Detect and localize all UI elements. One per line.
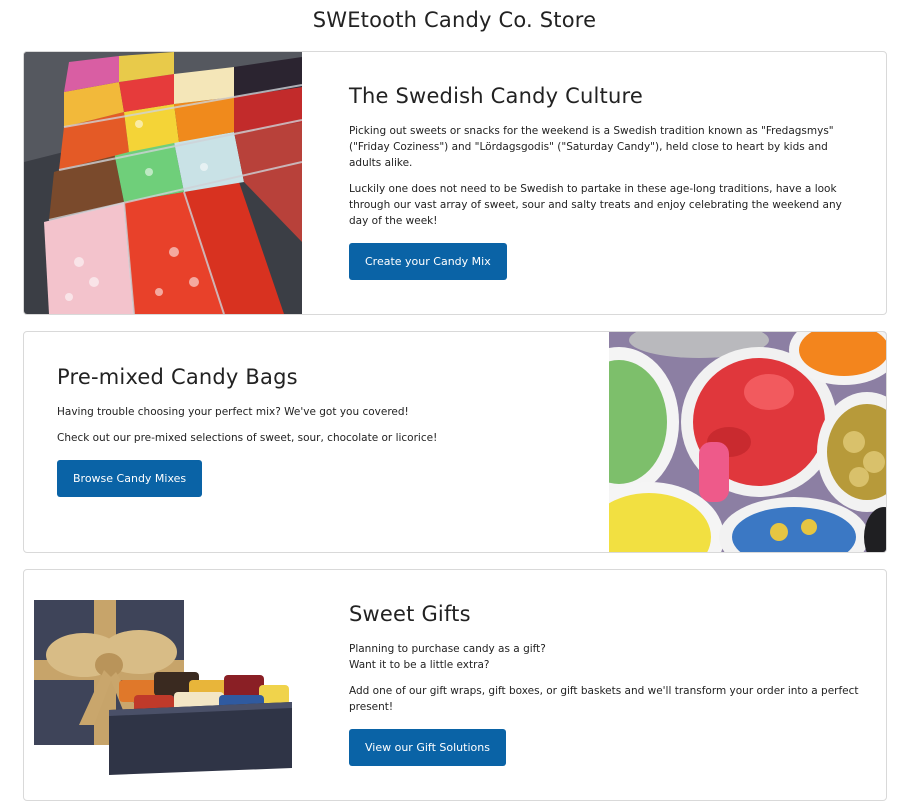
gift-box-image — [24, 590, 302, 780]
card-paragraph: Planning to purchase candy as a gift? Wa… — [349, 643, 546, 671]
sweet-gifts-content: Sweet Gifts Planning to purchase candy a… — [349, 602, 859, 766]
page-title: SWEtooth Candy Co. Store — [312, 8, 597, 32]
candy-bowls-image — [609, 332, 886, 552]
card-title: Pre-mixed Candy Bags — [57, 365, 298, 389]
card-paragraph: Check out our pre-mixed selections of sw… — [57, 432, 438, 444]
pre-mixed-content: Pre-mixed Candy Bags Having trouble choo… — [57, 365, 597, 497]
card-paragraph: Picking out sweets or snacks for the wee… — [349, 125, 834, 169]
browse-candy-mixes-button[interactable]: Browse Candy Mixes — [57, 460, 203, 497]
card-title: The Swedish Candy Culture — [349, 84, 643, 108]
candy-culture-content: The Swedish Candy Culture Picking out sw… — [349, 84, 859, 280]
pre-mixed-card: Pre-mixed Candy Bags Having trouble choo… — [23, 331, 887, 553]
card-title: Sweet Gifts — [349, 602, 471, 626]
card-paragraph: Luckily one does not need to be Swedish … — [349, 183, 842, 227]
create-candy-mix-button[interactable]: Create your Candy Mix — [349, 243, 507, 280]
view-gift-solutions-button[interactable]: View our Gift Solutions — [349, 729, 506, 766]
sweet-gifts-card: Sweet Gifts Planning to purchase candy a… — [23, 569, 887, 801]
card-paragraph: Having trouble choosing your perfect mix… — [57, 406, 409, 418]
card-paragraph: Add one of our gift wraps, gift boxes, o… — [349, 685, 859, 713]
candy-culture-card: The Swedish Candy Culture Picking out sw… — [23, 51, 887, 315]
candy-store-image — [24, 52, 302, 314]
